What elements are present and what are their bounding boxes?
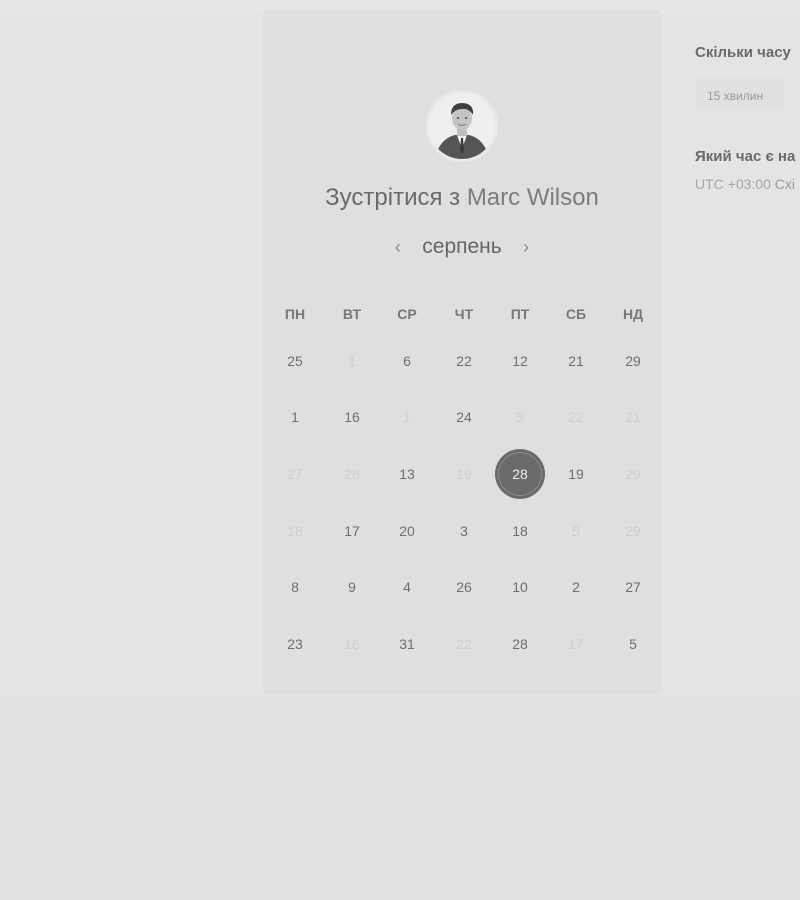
calendar-day[interactable]: 22 (442, 339, 486, 383)
booking-page: Зустрітися з Marc Wilson ‹ серпень › ПН В… (0, 0, 800, 900)
calendar-day[interactable]: 1 (273, 395, 317, 439)
host-photo-icon (429, 93, 495, 159)
weekday-label: ПН (284, 306, 306, 322)
weekday-label: ВТ (342, 306, 362, 322)
calendar-day[interactable]: 28 (498, 622, 542, 666)
calendar-day: 29 (625, 466, 641, 482)
calendar-day[interactable]: 5 (611, 622, 655, 666)
host-name: Marc Wilson (466, 184, 599, 211)
calendar-day[interactable]: 29 (611, 339, 655, 383)
previous-month-chevron-icon[interactable]: ‹ (390, 234, 406, 260)
weekday-label: СР (397, 306, 417, 322)
month-label: серпень (422, 235, 502, 258)
calendar-day[interactable]: 23 (273, 622, 317, 666)
booking-options-panel: Скільки часу 15 хвилин Який час є на UTC… (695, 0, 800, 300)
calendar-day[interactable]: 13 (385, 452, 429, 496)
calendar-card: Зустрітися з Marc Wilson ‹ серпень › ПН В… (263, 10, 661, 694)
calendar-day[interactable]: 21 (554, 339, 598, 383)
calendar-day[interactable]: 16 (330, 395, 374, 439)
weekday-label: СБ (565, 306, 587, 322)
calendar-day: 19 (456, 466, 472, 482)
title-prefix: Зустрітися з (325, 184, 461, 211)
timezone-heading: Який час є на (695, 148, 796, 165)
calendar-day[interactable]: 4 (385, 565, 429, 609)
weekday-label: ПТ (510, 306, 530, 322)
calendar-day: 18 (287, 523, 303, 539)
weekday-label: ЧТ (454, 306, 474, 322)
next-month-chevron-icon[interactable]: › (518, 234, 534, 260)
weekday-label: НД (622, 306, 644, 322)
selected-calendar-day[interactable]: 28 (495, 449, 545, 499)
duration-heading: Скільки часу (695, 44, 791, 61)
calendar-day: 22 (568, 409, 584, 425)
month-navigation: ‹ серпень › (263, 234, 661, 264)
calendar-day[interactable]: 31 (385, 622, 429, 666)
calendar-day: 28 (344, 466, 360, 482)
calendar-day: 29 (625, 523, 641, 539)
duration-option-button[interactable]: 15 хвилин (695, 78, 784, 110)
timezone-name: Схі (774, 176, 795, 192)
calendar-day[interactable]: 12 (498, 339, 542, 383)
calendar-day[interactable]: 6 (385, 339, 429, 383)
timezone-offset: UTC +03:00 (695, 176, 771, 192)
calendar-day[interactable]: 26 (442, 565, 486, 609)
timezone-selector[interactable]: UTC +03:00 Схі (695, 176, 795, 192)
calendar-day[interactable]: 8 (273, 565, 317, 609)
calendar-day: 3 (516, 409, 524, 425)
calendar-day[interactable]: 19 (554, 452, 598, 496)
calendar-day[interactable]: 10 (498, 565, 542, 609)
calendar-day[interactable]: 2 (554, 565, 598, 609)
calendar-day: 16 (344, 636, 360, 652)
page-title: Зустрітися з Marc Wilson (263, 184, 661, 212)
calendar-day[interactable]: 20 (385, 509, 429, 553)
calendar-day: 27 (287, 466, 303, 482)
calendar-day: 22 (456, 636, 472, 652)
calendar-day: 5 (572, 523, 580, 539)
calendar-day[interactable]: 27 (611, 565, 655, 609)
calendar-day: 17 (568, 636, 584, 652)
calendar-day[interactable]: 3 (442, 509, 486, 553)
avatar (426, 90, 498, 162)
calendar-day[interactable]: 17 (330, 509, 374, 553)
calendar-day: 1 (348, 353, 356, 369)
calendar-day[interactable]: 24 (442, 395, 486, 439)
calendar-day: 1 (403, 409, 411, 425)
calendar-day[interactable]: 18 (498, 509, 542, 553)
calendar-day[interactable]: 9 (330, 565, 374, 609)
calendar-day[interactable]: 25 (273, 339, 317, 383)
calendar-day: 21 (625, 409, 641, 425)
